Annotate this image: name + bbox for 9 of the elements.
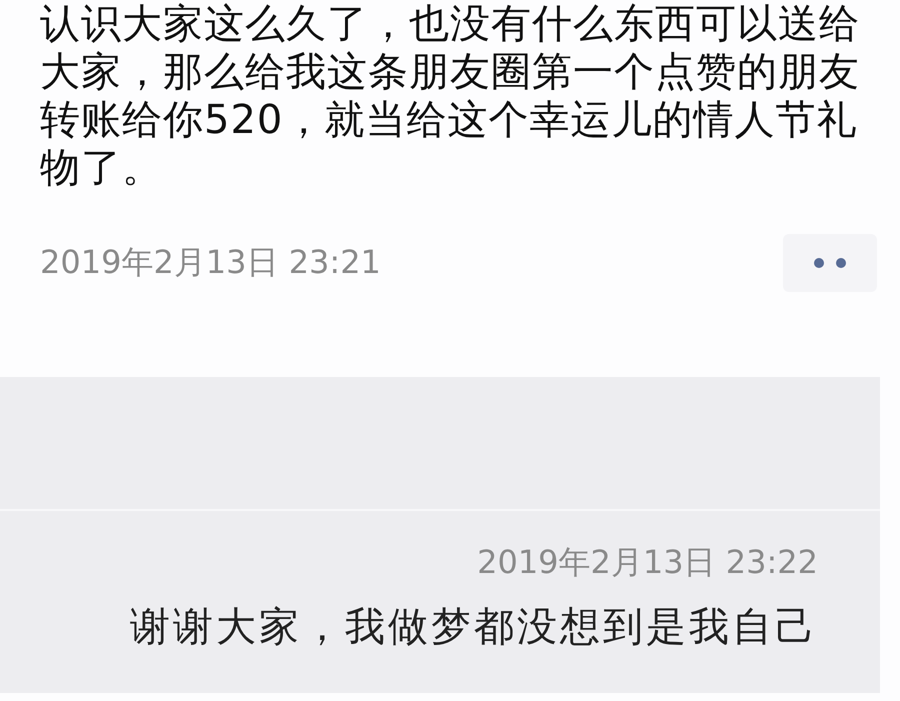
more-icon: [813, 257, 847, 269]
comment-time: 2019年2月13日 23:22: [477, 542, 818, 583]
post-text-line: 物了。: [40, 144, 163, 192]
comment-text: 谢谢大家，我做梦都没想到是我自己: [130, 603, 818, 652]
more-button[interactable]: [783, 234, 877, 292]
post-text-line: 大家，那么给我这条朋友圈第一个点赞的朋友: [40, 48, 860, 96]
post-time: 2019年2月13日 23:21: [40, 242, 381, 283]
post-text-line: 转账给你520，就当给这个幸运儿的情人节礼: [40, 96, 858, 144]
post-text-line: 认识大家这么久了，也没有什么东西可以送给: [40, 0, 860, 48]
